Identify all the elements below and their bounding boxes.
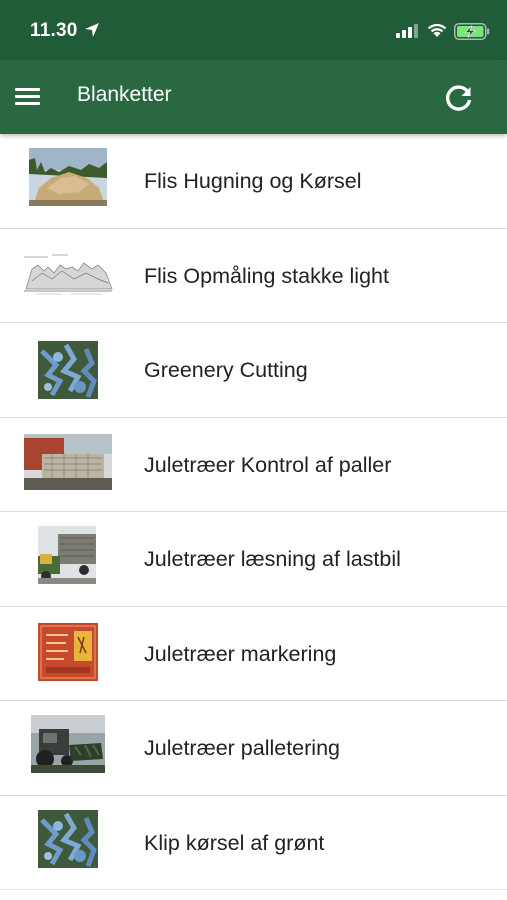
cellular-signal-icon <box>396 24 418 38</box>
battery-charging-icon <box>454 23 490 40</box>
refresh-icon[interactable] <box>443 82 475 114</box>
list-item-label: Greenery Cutting <box>144 358 308 382</box>
christmas-tree-pallets-thumbnail <box>0 418 130 512</box>
tractor-palletizing-thumbnail <box>0 701 130 795</box>
stack-measurement-diagram-thumbnail <box>0 229 130 323</box>
list-item-juletraeer-kontrol[interactable]: Juletræer Kontrol af paller <box>0 417 507 512</box>
status-time: 11.30 <box>30 20 78 41</box>
page-title: Blanketter <box>77 83 172 106</box>
fir-branches-thumbnail <box>0 323 130 417</box>
list-item-label: Klip kørsel af grønt <box>144 830 325 855</box>
list-item-label: Juletræer palletering <box>144 736 340 760</box>
list-item-juletraeer-laesning[interactable]: Juletræer læsning af lastbil <box>0 512 507 607</box>
list-item-label: Juletræer markering <box>144 641 337 666</box>
location-arrow-icon <box>85 23 99 37</box>
tree-label-tag-thumbnail <box>0 607 130 701</box>
woodchip-pile-thumbnail <box>0 134 130 228</box>
list-item-klip-korsel[interactable]: Klip kørsel af grønt <box>0 795 507 890</box>
truck-loading-thumbnail <box>0 512 130 606</box>
app-bar: Blanketter <box>0 60 507 134</box>
status-bar: 11.30 <box>0 0 507 60</box>
form-list: Flis Hugning og Kørsel Flis Opmåling sta… <box>0 134 507 890</box>
list-item-flis-opmaling[interactable]: Flis Opmåling stakke light <box>0 228 507 323</box>
wifi-icon <box>427 23 447 37</box>
hamburger-menu-icon[interactable] <box>13 85 43 109</box>
list-item-label: Juletræer læsning af lastbil <box>144 547 401 571</box>
list-item-juletraeer-palletering[interactable]: Juletræer palletering <box>0 701 507 796</box>
list-item-label: Flis Hugning og Kørsel <box>144 169 362 193</box>
list-item-label: Flis Opmåling stakke light <box>144 263 389 288</box>
list-item-greenery-cutting[interactable]: Greenery Cutting <box>0 323 507 418</box>
list-item-flis-hugning[interactable]: Flis Hugning og Kørsel <box>0 134 507 229</box>
list-item-label: Juletræer Kontrol af paller <box>144 452 392 477</box>
list-item-juletraeer-markering[interactable]: Juletræer markering <box>0 606 507 701</box>
fir-branches-thumbnail <box>0 796 130 890</box>
